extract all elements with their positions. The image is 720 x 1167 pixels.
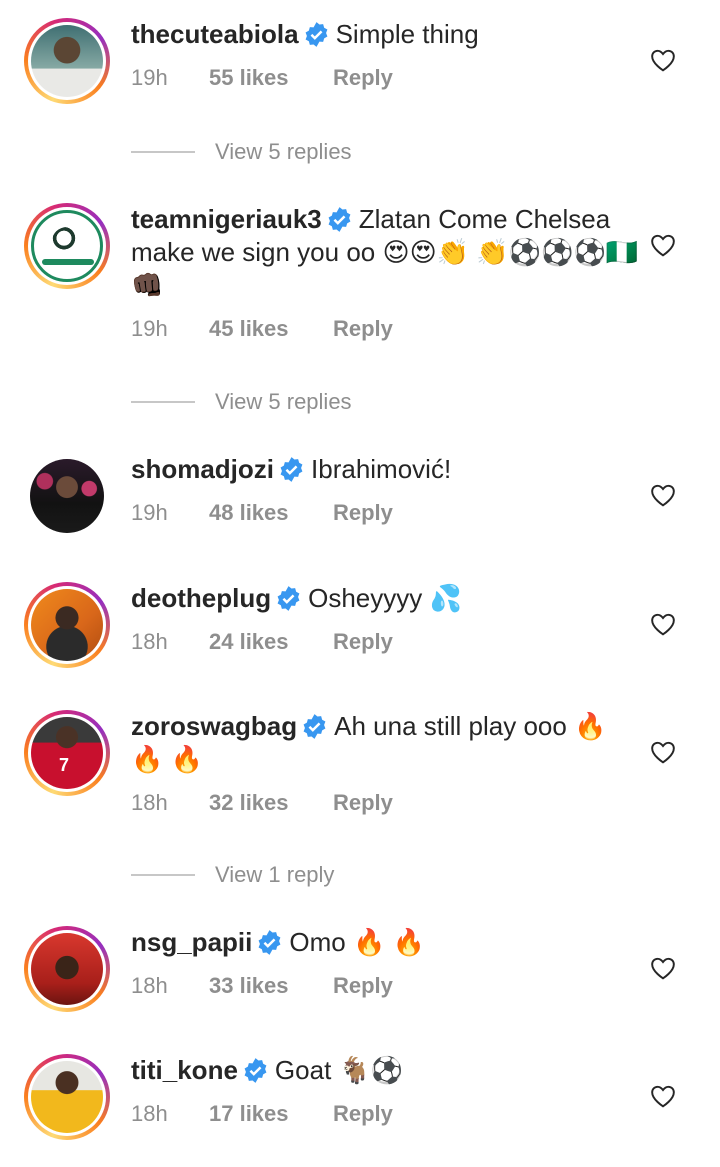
soccer-ball-emoji-icon: ⚽ [508,237,542,267]
view-replies-label[interactable]: View 5 replies [215,389,352,415]
fist-emoji-icon: 👊🏿 [131,270,164,300]
soccer-ball-emoji-icon: ⚽ [370,1055,404,1085]
clapping-emoji-icon: 👏 [436,237,470,267]
verified-badge-icon [328,207,351,232]
username[interactable]: deotheplug [131,583,271,613]
avatar [30,459,104,533]
view-replies-button[interactable]: View 1 reply [131,860,334,890]
avatar-story-ring[interactable] [24,18,110,104]
comment-time: 18h [131,790,168,815]
likes-count[interactable]: 17 likes [209,1101,333,1127]
likes-count[interactable]: 32 likes [209,790,333,816]
avatar-story-ring[interactable]: 7 [24,710,110,796]
verified-badge-icon [244,1058,267,1083]
comment-time: 19h [131,316,168,341]
comment-text: Osheyyyy [308,583,423,613]
fire-emoji-icon: 🔥 [392,927,425,957]
reply-button[interactable]: Reply [333,500,393,526]
divider [131,401,195,403]
username[interactable]: zoroswagbag [131,711,297,741]
avatar [31,1061,103,1133]
heart-eyes-emoji-icon: 😍 [409,237,437,267]
verified-badge-icon [258,930,281,955]
goat-emoji-icon: 🐐 [338,1055,371,1085]
comment-text: Ibrahimović! [311,454,452,484]
heart-icon[interactable] [650,956,676,980]
reply-button[interactable]: Reply [333,790,393,816]
comment-text: Goat [274,1055,332,1085]
soccer-ball-emoji-icon: ⚽ [541,237,574,267]
nigeria-flag-emoji-icon: 🇳🇬 [605,237,639,267]
avatar-story-ring[interactable] [24,1054,110,1140]
verified-badge-icon [305,22,328,47]
likes-count[interactable]: 55 likes [209,65,333,91]
fire-emoji-icon: 🔥 [352,927,386,957]
avatar-ring[interactable] [24,453,110,539]
avatar [31,933,103,1005]
likes-count[interactable]: 33 likes [209,973,333,999]
verified-badge-icon [277,586,300,611]
comment-time: 18h [131,629,168,654]
comment-time: 18h [131,973,168,998]
reply-button[interactable]: Reply [333,629,393,655]
username[interactable]: nsg_papii [131,927,252,957]
avatar [31,25,103,97]
heart-icon[interactable] [650,612,676,636]
reply-button[interactable]: Reply [333,1101,393,1127]
comment-text: Ah una still play ooo [334,711,567,741]
soccer-ball-emoji-icon: ⚽ [573,237,606,267]
avatar-story-ring[interactable] [24,203,110,289]
heart-icon[interactable] [650,233,676,257]
view-replies-button[interactable]: View 5 replies [131,137,352,167]
heart-icon[interactable] [650,1084,676,1108]
heart-icon[interactable] [650,483,676,507]
likes-count[interactable]: 24 likes [209,629,333,655]
heart-icon[interactable] [650,48,676,72]
comment-time: 19h [131,65,168,90]
fire-emoji-icon: 🔥 [574,711,607,741]
reply-button[interactable]: Reply [333,65,393,91]
fire-emoji-icon: 🔥 [131,744,164,774]
heart-eyes-emoji-icon: 😍 [382,237,410,267]
username[interactable]: shomadjozi [131,454,274,484]
view-replies-button[interactable]: View 5 replies [131,387,352,417]
divider [131,874,195,876]
comment-time: 18h [131,1101,168,1126]
reply-button[interactable]: Reply [333,316,393,342]
likes-count[interactable]: 45 likes [209,316,333,342]
verified-badge-icon [280,457,303,482]
dizzy-emoji-icon: 💦 [429,583,462,613]
username[interactable]: titi_kone [131,1055,238,1085]
comment-text: Simple thing [335,19,479,49]
avatar-story-ring[interactable] [24,926,110,1012]
verified-badge-icon [303,714,326,739]
likes-count[interactable]: 48 likes [209,500,333,526]
comment-text: Omo [289,927,346,957]
avatar [31,210,103,282]
username[interactable]: thecuteabiola [131,19,299,49]
divider [131,151,195,153]
comment-time: 19h [131,500,168,525]
view-replies-label[interactable]: View 5 replies [215,139,352,165]
view-replies-label[interactable]: View 1 reply [215,862,334,888]
heart-icon[interactable] [650,740,676,764]
clapping-emoji-icon: 👏 [476,237,509,267]
avatar: 7 [31,717,103,789]
avatar-story-ring[interactable] [24,582,110,668]
username[interactable]: teamnigeriauk3 [131,204,322,234]
reply-button[interactable]: Reply [333,973,393,999]
fire-emoji-icon: 🔥 [170,744,203,774]
avatar [31,589,103,661]
